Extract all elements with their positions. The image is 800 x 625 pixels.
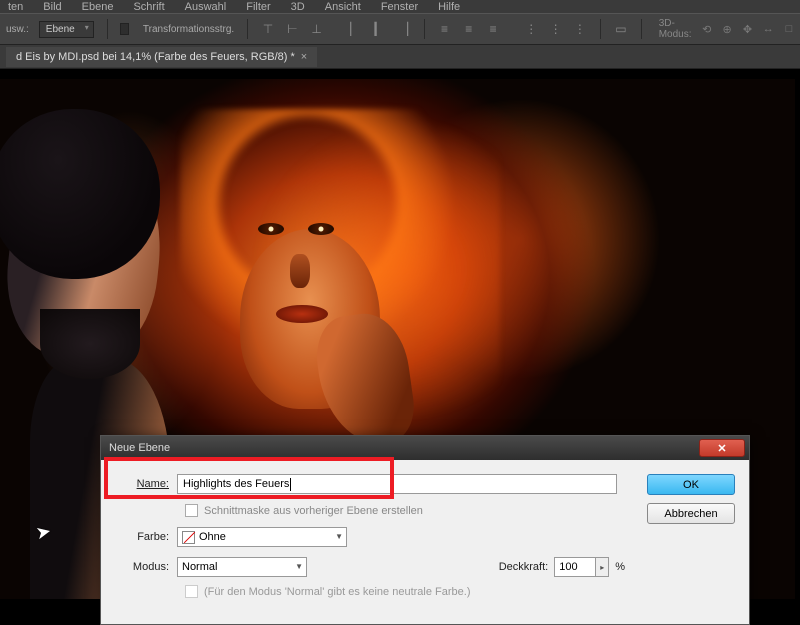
separator	[107, 19, 108, 39]
options-bar: usw.: Ebene Transformationsstrg. ⊤ ⊢ ⊥ ▏…	[0, 13, 800, 45]
mode-label: Modus:	[115, 561, 177, 573]
separator	[247, 19, 248, 39]
transform-checkbox[interactable]	[120, 23, 129, 35]
none-color-icon	[182, 531, 195, 544]
artwork-man-hair	[0, 109, 160, 279]
neutral-label: (Für den Modus 'Normal' gibt es keine ne…	[204, 586, 471, 598]
distribute-right-icon[interactable]: ⋮	[573, 19, 587, 39]
menu-item[interactable]: Auswahl	[185, 1, 227, 13]
options-left-label: usw.:	[6, 24, 29, 35]
chevron-down-icon: ▼	[295, 562, 303, 571]
distribute-left-icon[interactable]: ⋮	[524, 19, 538, 39]
menu-bar: ten Bild Ebene Schrift Auswahl Filter 3D…	[0, 0, 800, 13]
clipmask-checkbox[interactable]	[185, 504, 198, 517]
distribute-bottom-icon[interactable]: ≡	[486, 19, 500, 39]
document-tab-bar: d Eis by MDI.psd bei 14,1% (Farbe des Fe…	[0, 45, 800, 69]
align-right-icon[interactable]: ▕	[396, 19, 410, 39]
ok-button[interactable]: OK	[647, 474, 735, 495]
dialog-title: Neue Ebene	[109, 442, 170, 454]
layer-dropdown[interactable]: Ebene	[39, 21, 94, 38]
menu-item[interactable]: Schrift	[133, 1, 164, 13]
clipmask-label: Schnittmaske aus vorheriger Ebene erstel…	[204, 505, 423, 517]
menu-item[interactable]: Hilfe	[438, 1, 460, 13]
document-tab[interactable]: d Eis by MDI.psd bei 14,1% (Farbe des Fe…	[6, 47, 317, 67]
threeD-label: 3D-Modus:	[659, 18, 692, 40]
threeD-scale-icon[interactable]: □	[784, 21, 794, 37]
dialog-body: OK Abbrechen Name: Highlights des Feuers…	[101, 460, 749, 624]
opacity-input[interactable]: 100	[554, 557, 596, 577]
artwork-man-beard	[40, 309, 140, 379]
menu-item[interactable]: ten	[8, 1, 23, 13]
menu-item[interactable]: 3D	[291, 1, 305, 13]
distribute-top-icon[interactable]: ≡	[437, 19, 451, 39]
menu-item[interactable]: Bild	[43, 1, 61, 13]
opacity-stepper[interactable]: ▸	[595, 557, 609, 577]
align-hcenter-icon[interactable]: ▎	[372, 19, 386, 39]
threeD-pan-icon[interactable]: ✥	[742, 21, 752, 37]
distribute-vcenter-icon[interactable]: ≡	[462, 19, 476, 39]
artwork-woman-lips	[276, 305, 328, 323]
menu-item[interactable]: Ansicht	[325, 1, 361, 13]
distribute-hcenter-icon[interactable]: ⋮	[548, 19, 562, 39]
artwork-woman-eye-left	[258, 223, 284, 235]
align-vcenter-icon[interactable]: ⊢	[285, 19, 299, 39]
menu-item[interactable]: Ebene	[82, 1, 114, 13]
transform-label: Transformationsstrg.	[143, 24, 234, 35]
artwork-woman-eye-right	[308, 223, 334, 235]
close-tab-icon[interactable]: ×	[301, 51, 307, 63]
separator	[641, 19, 642, 39]
chevron-down-icon: ▼	[335, 532, 343, 541]
new-layer-dialog: Neue Ebene ✕ OK Abbrechen Name: Highligh…	[100, 435, 750, 625]
threeD-slide-icon[interactable]: ↔	[763, 21, 774, 37]
close-button[interactable]: ✕	[699, 439, 745, 457]
document-tab-title: d Eis by MDI.psd bei 14,1% (Farbe des Fe…	[16, 51, 295, 63]
opacity-unit: %	[615, 561, 625, 573]
mode-dropdown[interactable]: Normal ▼	[177, 557, 307, 577]
threeD-orbit-icon[interactable]: ⟲	[701, 21, 711, 37]
align-bottom-icon[interactable]: ⊥	[309, 19, 323, 39]
auto-align-icon[interactable]: ▭	[614, 19, 628, 39]
mode-value: Normal	[182, 561, 217, 573]
workspace: ➤ Neue Ebene ✕ OK Abbrechen Name: Highli…	[0, 69, 800, 600]
cancel-button[interactable]: Abbrechen	[647, 503, 735, 524]
neutral-checkbox	[185, 585, 198, 598]
color-label: Farbe:	[115, 531, 177, 543]
align-top-icon[interactable]: ⊤	[261, 19, 275, 39]
name-input[interactable]: Highlights des Feuers	[177, 474, 617, 494]
separator	[600, 19, 601, 39]
separator	[424, 19, 425, 39]
name-input-value: Highlights des Feuers	[183, 478, 289, 490]
menu-item[interactable]: Fenster	[381, 1, 418, 13]
artwork-woman-nose	[290, 254, 310, 288]
align-left-icon[interactable]: ▏	[348, 19, 362, 39]
name-label: Name:	[115, 478, 177, 490]
dialog-titlebar[interactable]: Neue Ebene ✕	[101, 436, 749, 460]
color-value: Ohne	[199, 531, 226, 543]
menu-item[interactable]: Filter	[246, 1, 270, 13]
color-dropdown[interactable]: Ohne ▼	[177, 527, 347, 547]
opacity-label: Deckkraft:	[499, 561, 549, 573]
threeD-roll-icon[interactable]: ⊕	[722, 21, 732, 37]
